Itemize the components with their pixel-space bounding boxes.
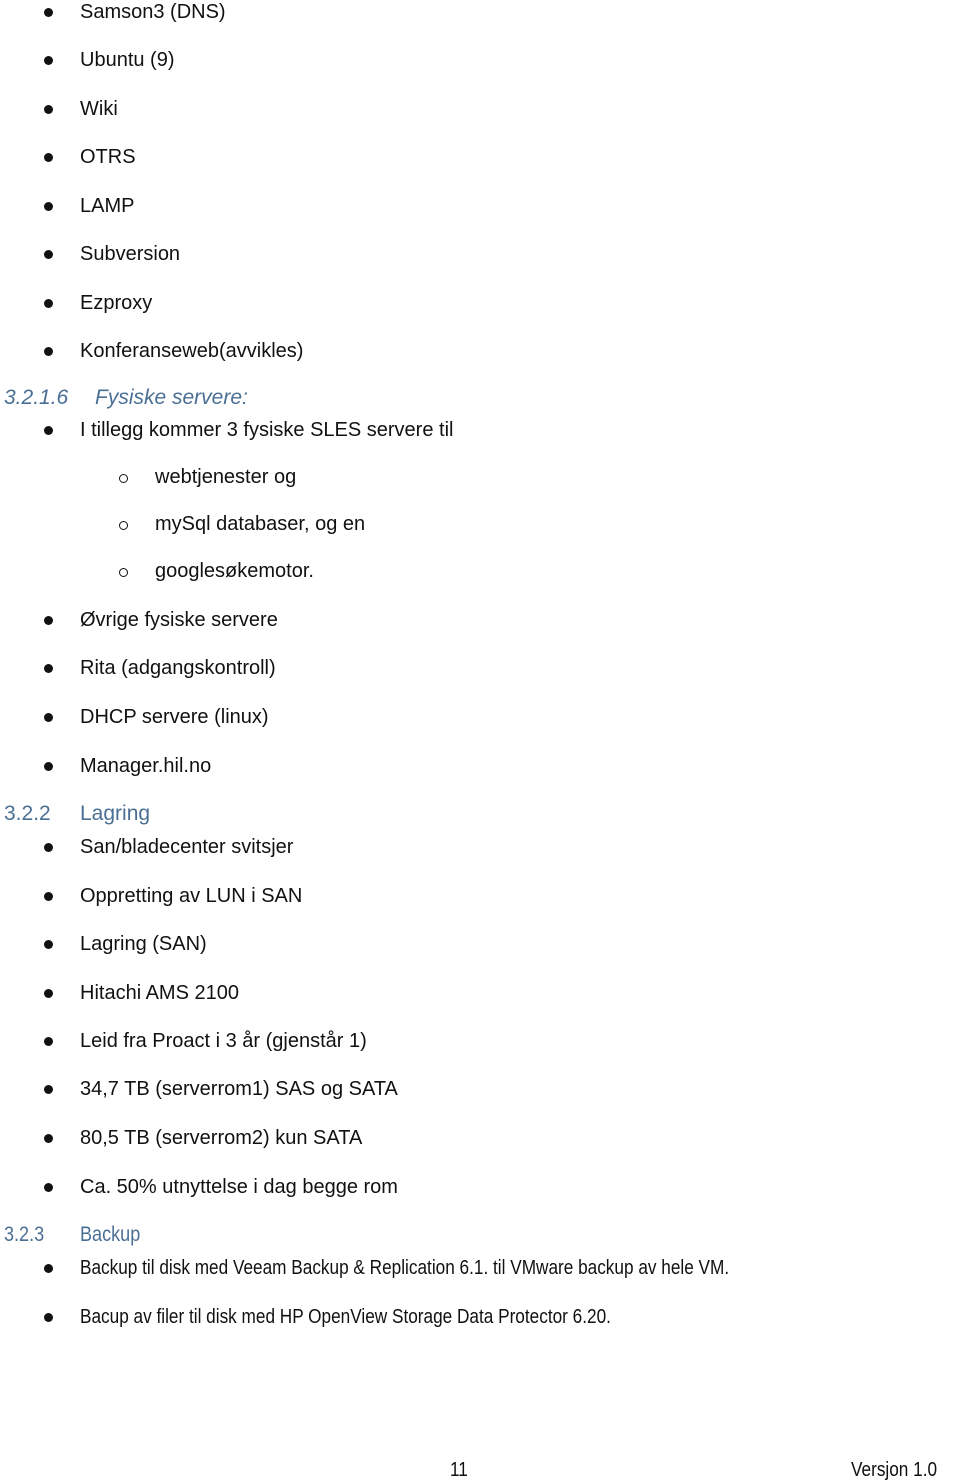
hollow-bullet-icon xyxy=(119,474,128,483)
list-item-text: Lagring (SAN) xyxy=(80,933,207,955)
bullet-icon xyxy=(44,762,53,771)
page-number: 11 xyxy=(450,1459,468,1481)
list-item-text: Rita (adgangskontroll) xyxy=(80,657,276,679)
list-item-text: Bacup av filer til disk med HP OpenView … xyxy=(80,1306,611,1328)
list-item-text: San/bladecenter svitsjer xyxy=(80,836,294,858)
bullet-icon xyxy=(44,892,53,901)
bullet-icon xyxy=(44,299,53,308)
list-item-text: Hitachi AMS 2100 xyxy=(80,982,239,1004)
bullet-icon xyxy=(44,153,53,162)
bullet-icon xyxy=(44,664,53,673)
bullet-icon xyxy=(44,1264,53,1273)
list-item-text: 80,5 TB (serverrom2) kun SATA xyxy=(80,1127,363,1149)
sub-list-item-text: mySql databaser, og en xyxy=(155,513,366,535)
list-item-text: Ca. 50% utnyttelse i dag begge rom xyxy=(80,1176,398,1198)
section-title: Fysiske servere: xyxy=(95,386,248,409)
bullet-icon xyxy=(44,616,53,625)
sub-list-item-text: webtjenester og xyxy=(155,466,297,488)
sub-list-item-text: googlesøkemotor. xyxy=(155,560,314,582)
bullet-icon xyxy=(44,56,53,65)
hollow-bullet-icon xyxy=(119,521,128,530)
bullet-icon xyxy=(44,1037,53,1046)
version-label: Versjon 1.0 xyxy=(851,1459,938,1481)
bullet-icon xyxy=(44,347,53,356)
list-item-text: Øvrige fysiske servere xyxy=(80,609,278,631)
list-item-text: Subversion xyxy=(80,243,181,265)
list-item-text: Leid fra Proact i 3 år (gjenstår 1) xyxy=(80,1030,367,1052)
bullet-icon xyxy=(44,940,53,949)
section-title: Backup xyxy=(80,1223,141,1246)
list-item-text: DHCP servere (linux) xyxy=(80,706,269,728)
bullet-icon xyxy=(44,8,53,17)
list-item-text: Ubuntu (9) xyxy=(80,49,175,71)
list-item-text: Backup til disk med Veeam Backup & Repli… xyxy=(80,1257,730,1279)
bullet-icon xyxy=(44,426,53,435)
list-item-text: Konferanseweb(avvikles) xyxy=(80,340,304,362)
bullet-icon xyxy=(44,713,53,722)
section-number: 3.2.1.6 xyxy=(4,386,69,409)
list-item-text: Wiki xyxy=(80,98,118,120)
bullet-icon xyxy=(44,202,53,211)
bullet-icon xyxy=(44,1183,53,1192)
list-item-text: Manager.hil.no xyxy=(80,755,212,777)
bullet-icon xyxy=(44,1134,53,1143)
bullet-icon xyxy=(44,105,53,114)
list-item-text: Ezproxy xyxy=(80,292,153,314)
bullet-icon xyxy=(44,250,53,259)
section-number: 3.2.3 xyxy=(4,1223,45,1246)
section-number: 3.2.2 xyxy=(4,802,51,825)
hollow-bullet-icon xyxy=(119,568,128,577)
list-item-text: OTRS xyxy=(80,146,136,168)
bullet-icon xyxy=(44,1085,53,1094)
bullet-icon xyxy=(44,989,53,998)
bullet-icon xyxy=(44,843,53,852)
list-item-text: Oppretting av LUN i SAN xyxy=(80,885,303,907)
section-title: Lagring xyxy=(80,802,151,825)
list-item-text: Samson3 (DNS) xyxy=(80,1,226,23)
list-item-text: LAMP xyxy=(80,195,135,217)
list-item-text: I tillegg kommer 3 fysiske SLES servere … xyxy=(80,419,454,441)
list-item-text: 34,7 TB (serverrom1) SAS og SATA xyxy=(80,1078,398,1100)
bullet-icon xyxy=(44,1313,53,1322)
